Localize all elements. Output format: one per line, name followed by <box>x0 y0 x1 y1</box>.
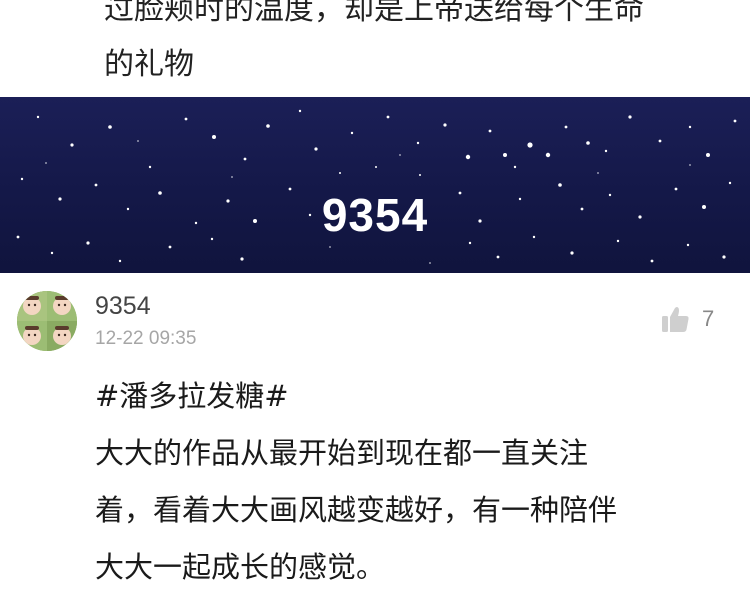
avatar[interactable] <box>17 291 77 351</box>
like-button[interactable]: 7 <box>660 304 714 334</box>
starry-banner <box>0 97 750 273</box>
comment-hashtag[interactable]: #潘多拉发糖# <box>95 368 715 425</box>
comment-body: #潘多拉发糖# 大大的作品从最开始到现在都一直关注 着，看着大大画风越变越好，有… <box>95 368 715 596</box>
like-count: 7 <box>702 306 715 331</box>
banner-title: 9354 <box>321 189 429 241</box>
starfield-graphic <box>16 109 737 264</box>
comment-username[interactable]: 9354 <box>95 292 151 321</box>
comment-line: 着，看着大大画风越变越好，有一种陪伴 <box>95 493 618 527</box>
comment-timestamp: 12-22 09:35 <box>95 328 197 349</box>
comment-line: 大大的作品从最开始到现在都一直关注 <box>95 436 589 470</box>
previous-comment-line: 的礼物 <box>104 47 194 82</box>
previous-comment-text: 过脸颊时的温度，却是上帝送给每个生命 的礼物 <box>104 0 744 92</box>
previous-comment-line: 过脸颊时的温度，却是上帝送给每个生命 <box>104 0 644 27</box>
avatar-photo <box>17 291 77 351</box>
comment-line: 大大一起成长的感觉。 <box>95 550 386 584</box>
thumbs-up-icon <box>662 307 689 332</box>
